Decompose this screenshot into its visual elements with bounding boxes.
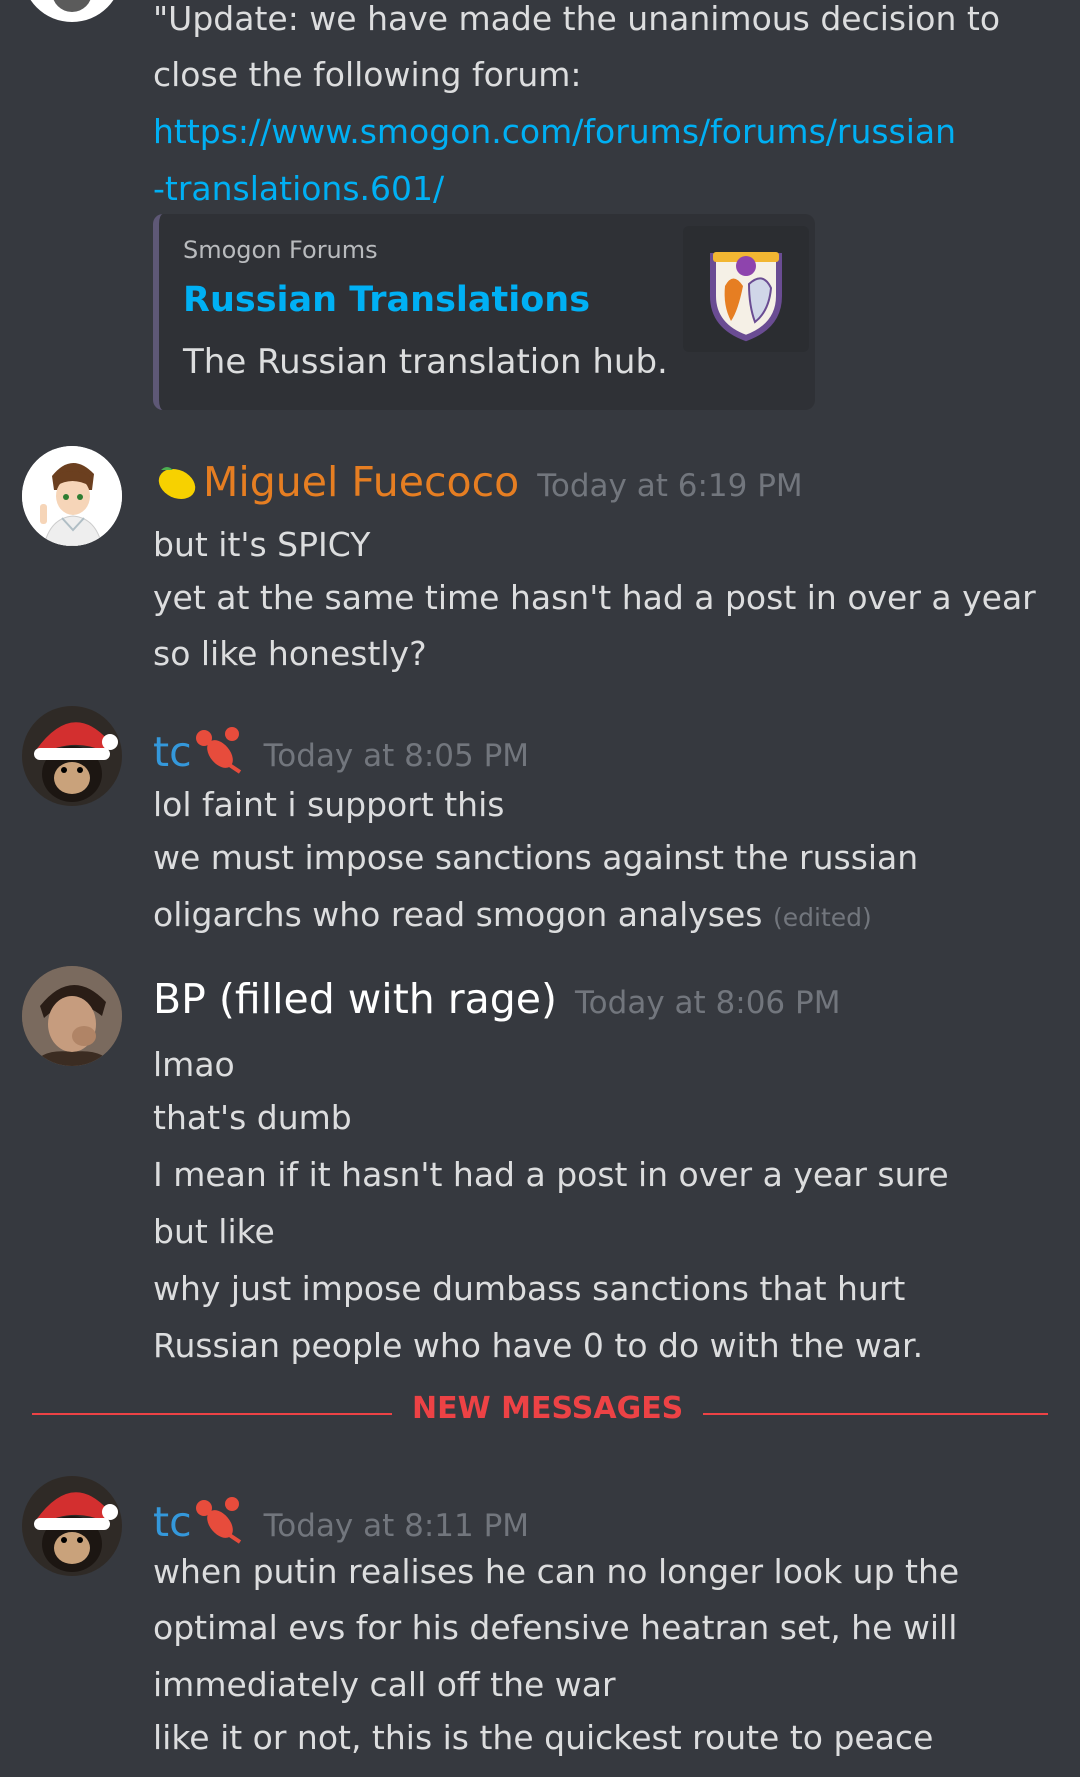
- message-text-line: close the following forum:: [153, 55, 582, 94]
- smogon-logo-icon: [710, 252, 782, 342]
- message-text-line: yet at the same time hasn't had a post i…: [153, 578, 1036, 617]
- embed-title[interactable]: Russian Translations: [183, 280, 590, 320]
- message-text-line: Russian people who have 0 to do with the…: [153, 1326, 924, 1365]
- message-text-line: we must impose sanctions against the rus…: [153, 838, 919, 877]
- avatar-miguel[interactable]: [22, 446, 122, 546]
- monkey-santa-hat-icon: [22, 706, 122, 806]
- avatar-tc[interactable]: [22, 706, 122, 806]
- edited-label: (edited): [773, 903, 872, 932]
- message-text-line: lmao: [153, 1045, 235, 1084]
- message-header: BP (filled with rage) Today at 8:06 PM: [153, 975, 840, 1023]
- avatar-bp[interactable]: [22, 966, 122, 1066]
- lemon-icon: [153, 462, 201, 502]
- message-text-line: like it or not, this is the quickest rou…: [153, 1718, 934, 1757]
- message-text-line: why just impose dumbass sanctions that h…: [153, 1269, 906, 1308]
- chat-log: "Update: we have made the unanimous deci…: [0, 0, 1080, 1777]
- username[interactable]: tc: [153, 1498, 192, 1546]
- message-text-line: immediately call off the war: [153, 1665, 616, 1704]
- message-text-line: oligarchs who read smogon analyses (edit…: [153, 886, 1033, 946]
- message-header: tc Today at 8:05 PM: [153, 716, 529, 776]
- timestamp: Today at 8:06 PM: [575, 985, 841, 1021]
- username[interactable]: tc: [153, 728, 192, 776]
- message-text-line: so like honestly?: [153, 634, 427, 673]
- monkey-santa-hat-icon: [22, 1476, 122, 1576]
- message-header: tc Today at 8:11 PM: [153, 1486, 529, 1546]
- embed-provider[interactable]: Smogon Forums: [183, 236, 378, 264]
- message-text-line: optimal evs for his defensive heatran se…: [153, 1608, 958, 1647]
- message-text-line: but like: [153, 1212, 275, 1251]
- forum-link-continued[interactable]: -translations.601/: [153, 160, 1033, 217]
- message-text-line: I mean if it hasn't had a post in over a…: [153, 1155, 949, 1194]
- anime-avatar-icon: [22, 446, 122, 546]
- message-text-line: when putin realises he can no longer loo…: [153, 1552, 960, 1591]
- embed-description: The Russian translation hub.: [183, 342, 668, 382]
- message-text-line: lol faint i support this: [153, 785, 505, 824]
- message-header: Miguel Fuecoco Today at 6:19 PM: [153, 456, 803, 506]
- message-text: oligarchs who read smogon analyses: [153, 895, 763, 934]
- timestamp: Today at 8:05 PM: [263, 738, 530, 774]
- message-text-line: that's dumb: [153, 1098, 352, 1137]
- message-text-line: "Update: we have made the unanimous deci…: [153, 0, 1001, 38]
- lobster-icon: [192, 724, 246, 774]
- link-embed: Smogon Forums Russian Translations The R…: [153, 214, 815, 410]
- photo-avatar-icon: [22, 966, 122, 1066]
- message-text-line: but it's SPICY: [153, 525, 371, 564]
- avatar-previous-user[interactable]: [22, 0, 122, 22]
- avatar-tc[interactable]: [22, 1476, 122, 1576]
- timestamp: Today at 6:19 PM: [537, 468, 803, 504]
- username[interactable]: Miguel Fuecoco: [203, 458, 519, 506]
- embed-thumbnail[interactable]: [683, 226, 809, 352]
- timestamp: Today at 8:11 PM: [263, 1508, 530, 1544]
- username[interactable]: BP (filled with rage): [153, 975, 557, 1023]
- lobster-icon: [192, 1494, 246, 1544]
- new-messages-label: NEW MESSAGES: [392, 1391, 704, 1426]
- forum-link[interactable]: https://www.smogon.com/forums/forums/rus…: [153, 103, 1033, 160]
